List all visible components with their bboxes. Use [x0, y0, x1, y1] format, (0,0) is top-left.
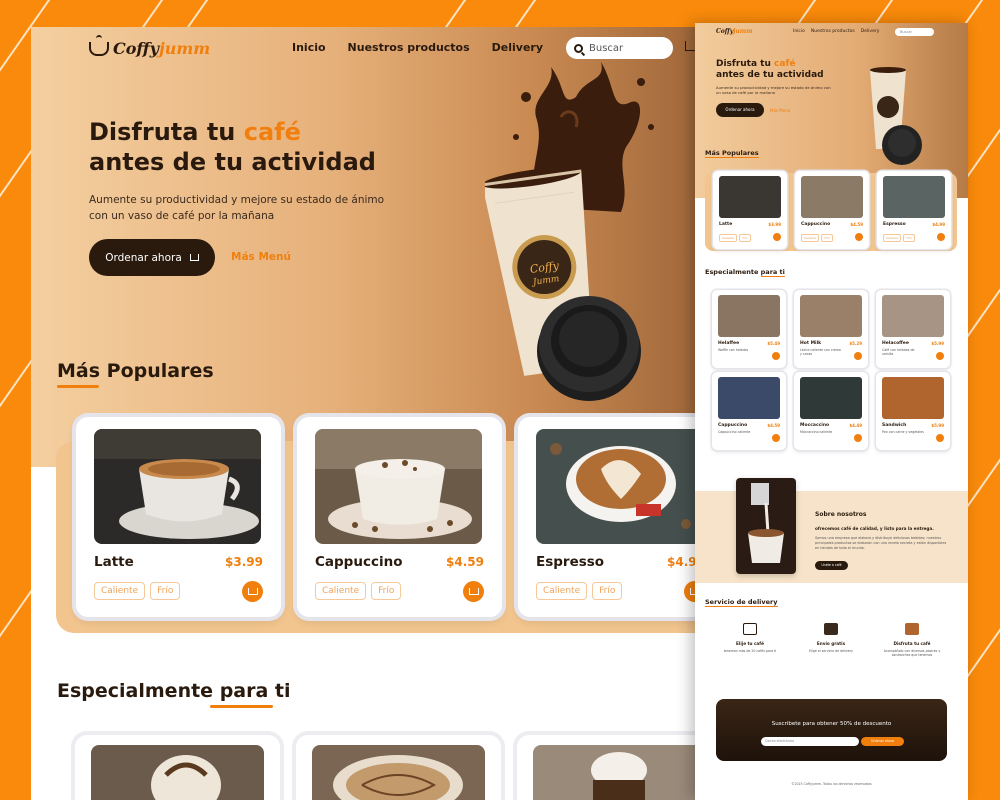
cart-icon [189, 254, 199, 261]
logo-accent: jumm [158, 39, 211, 58]
milk-pour-image [736, 478, 796, 574]
tag-cold[interactable]: Frío [150, 582, 181, 600]
cup-lid-image [882, 125, 922, 165]
nav-link-delivery[interactable]: Delivery [492, 41, 543, 54]
order-now-button[interactable]: Ordenar ahora [89, 239, 215, 276]
coffee-enjoy-icon [905, 623, 919, 635]
delivery-truck-icon [824, 623, 838, 635]
hero-subtitle: Aumente su productividad y mejore su est… [89, 194, 385, 222]
latte-image [719, 176, 781, 218]
special-card-moccaccino[interactable]: Moccaccino $4.49 Moccaccino caliente [794, 372, 868, 450]
hero-subtitle: Aumente su productividad y mejore su est… [716, 85, 831, 95]
delivery-step-choose: Elije tu café tenemos más de 20 cafés pa… [715, 623, 785, 653]
product-card-latte[interactable]: Latte $3.99 Caliente Frío [76, 417, 281, 617]
nav-link-inicio[interactable]: Inicio [292, 41, 326, 54]
navbar: Coffyjumm Inicio Nuestros productos Deli… [695, 23, 968, 43]
special-card-helaffee[interactable] [75, 735, 280, 800]
helaffee-image [91, 745, 264, 800]
nav-link-inicio[interactable]: Inicio [793, 29, 805, 34]
about-description: Somos una empresa que elabora y distribu… [815, 536, 947, 550]
add-to-cart-button[interactable] [936, 434, 944, 442]
product-price: $3.99 [225, 555, 263, 569]
footer-copyright: ©2023 Coffyjumm. Todos los derechos rese… [791, 782, 872, 786]
special-card-sandwich[interactable]: Sandwich $5.99 Pan con carne y vegetales [876, 372, 950, 450]
add-to-cart-button[interactable] [854, 352, 862, 360]
hot-milk-image [312, 745, 485, 800]
special-title: Especialmente para ti [57, 680, 291, 702]
hero-title: Disfruta tu café antes de tu actividad [89, 118, 376, 176]
search-input[interactable]: Buscar [566, 37, 673, 59]
product-card-espresso[interactable]: Espresso $4.99 Caliente Frío [518, 417, 701, 617]
special-card-helacoffee[interactable] [517, 735, 701, 800]
nav-link-productos[interactable]: Nuestros productos [811, 29, 855, 34]
logo-main: Coffy [113, 39, 159, 58]
add-to-cart-button[interactable] [855, 233, 863, 241]
logo[interactable]: Coffyjumm [716, 28, 752, 35]
latte-image [94, 429, 261, 544]
full-page-mockup: Coffyjumm Inicio Nuestros productos Deli… [695, 23, 968, 800]
nav-link-delivery[interactable]: Delivery [861, 29, 880, 34]
tag-hot[interactable]: Caliente [536, 582, 588, 600]
coffee-cup-icon [743, 623, 757, 635]
add-to-cart-button[interactable] [242, 581, 263, 602]
nav-link-productos[interactable]: Nuestros productos [348, 41, 470, 54]
coffee-cup-icon [89, 34, 109, 56]
special-card-helacoffee[interactable]: Helacoffee $5.99 Café con helados de vain… [876, 290, 950, 368]
more-menu-link[interactable]: Más Menú [231, 251, 291, 263]
product-name: Cappuccino [315, 554, 403, 570]
join-button[interactable]: Unete a café [815, 561, 848, 570]
delivery-title: Servicio de delivery [705, 598, 778, 607]
add-to-cart-button[interactable] [773, 233, 781, 241]
search-input[interactable]: Buscar [895, 28, 934, 36]
tag-cold[interactable]: Frío [371, 582, 402, 600]
order-now-button[interactable]: Ordenar ahora [716, 103, 764, 117]
delivery-step-enjoy: Disfruta tu café Acompáñalo con diversos… [877, 623, 947, 657]
add-to-cart-button[interactable] [937, 233, 945, 241]
helacoffee-image [533, 745, 701, 800]
tag-hot[interactable]: Caliente [94, 582, 146, 600]
product-card-cappuccino[interactable]: Cappuccino $4.59 Caliente Frío [297, 417, 502, 617]
product-card-cappuccino[interactable]: Cappuccino $4.59 Caliente Frío [795, 171, 869, 249]
tag-cold[interactable]: Frío [592, 582, 623, 600]
logo[interactable]: Coffyjumm [89, 34, 211, 58]
cup-lid-image [537, 296, 641, 401]
product-card-espresso[interactable]: Espresso $4.99 Caliente Frío [877, 171, 951, 249]
add-to-cart-button[interactable] [463, 581, 484, 602]
subscribe-title: Suscribete para obtener 50% de descuento [771, 721, 892, 727]
title-underline [57, 385, 99, 388]
product-card-latte[interactable]: Latte $3.99 Caliente Frío [713, 171, 787, 249]
about-subtitle: ofrecemos café de calidad, y listo para … [815, 526, 934, 531]
special-card-helaffee[interactable]: Helaffee $5.49 Waffle con helados [712, 290, 786, 368]
product-name: Espresso [536, 554, 605, 570]
search-placeholder: Buscar [589, 42, 624, 54]
nav-links: Inicio Nuestros productos Delivery [292, 41, 543, 54]
special-card-hot-milk[interactable] [296, 735, 501, 800]
search-icon [574, 43, 583, 53]
email-field[interactable]: Correo electrónico [761, 737, 859, 746]
add-to-cart-button[interactable] [772, 352, 780, 360]
product-price: $4.59 [446, 555, 484, 569]
tag-hot[interactable]: Caliente [315, 582, 367, 600]
hero-title: Disfruta tu café antes de tu actividad [716, 59, 824, 80]
special-card-hot-milk[interactable]: Hot Milk $5.29 Leche caliente con crema y… [794, 290, 868, 368]
add-to-cart-button[interactable] [854, 434, 862, 442]
more-menu-link[interactable]: Más Menú [770, 108, 790, 113]
espresso-image [536, 429, 701, 544]
about-title: Sobre nosotros [815, 511, 867, 518]
delivery-step-shipping: Envío gratis Elige el servicio de delive… [796, 623, 866, 653]
cappuccino-image [801, 176, 863, 218]
popular-title: Más Populares [57, 360, 214, 382]
desktop-mockup: Coffyjumm Inicio Nuestros productos Deli… [31, 27, 701, 800]
add-to-cart-button[interactable] [772, 434, 780, 442]
subscribe-section [716, 699, 947, 761]
special-title: Especialmente para ti [705, 268, 785, 277]
popular-title: Más Populares [705, 149, 759, 158]
title-underline [210, 705, 273, 708]
add-to-cart-button[interactable] [936, 352, 944, 360]
product-name: Latte [94, 554, 134, 570]
subscribe-button[interactable]: Ordenar ahora [861, 737, 904, 746]
cappuccino-image [315, 429, 482, 544]
special-card-cappuccino[interactable]: Cappuccino $4.59 Cappuccino caliente [712, 372, 786, 450]
espresso-image [883, 176, 945, 218]
